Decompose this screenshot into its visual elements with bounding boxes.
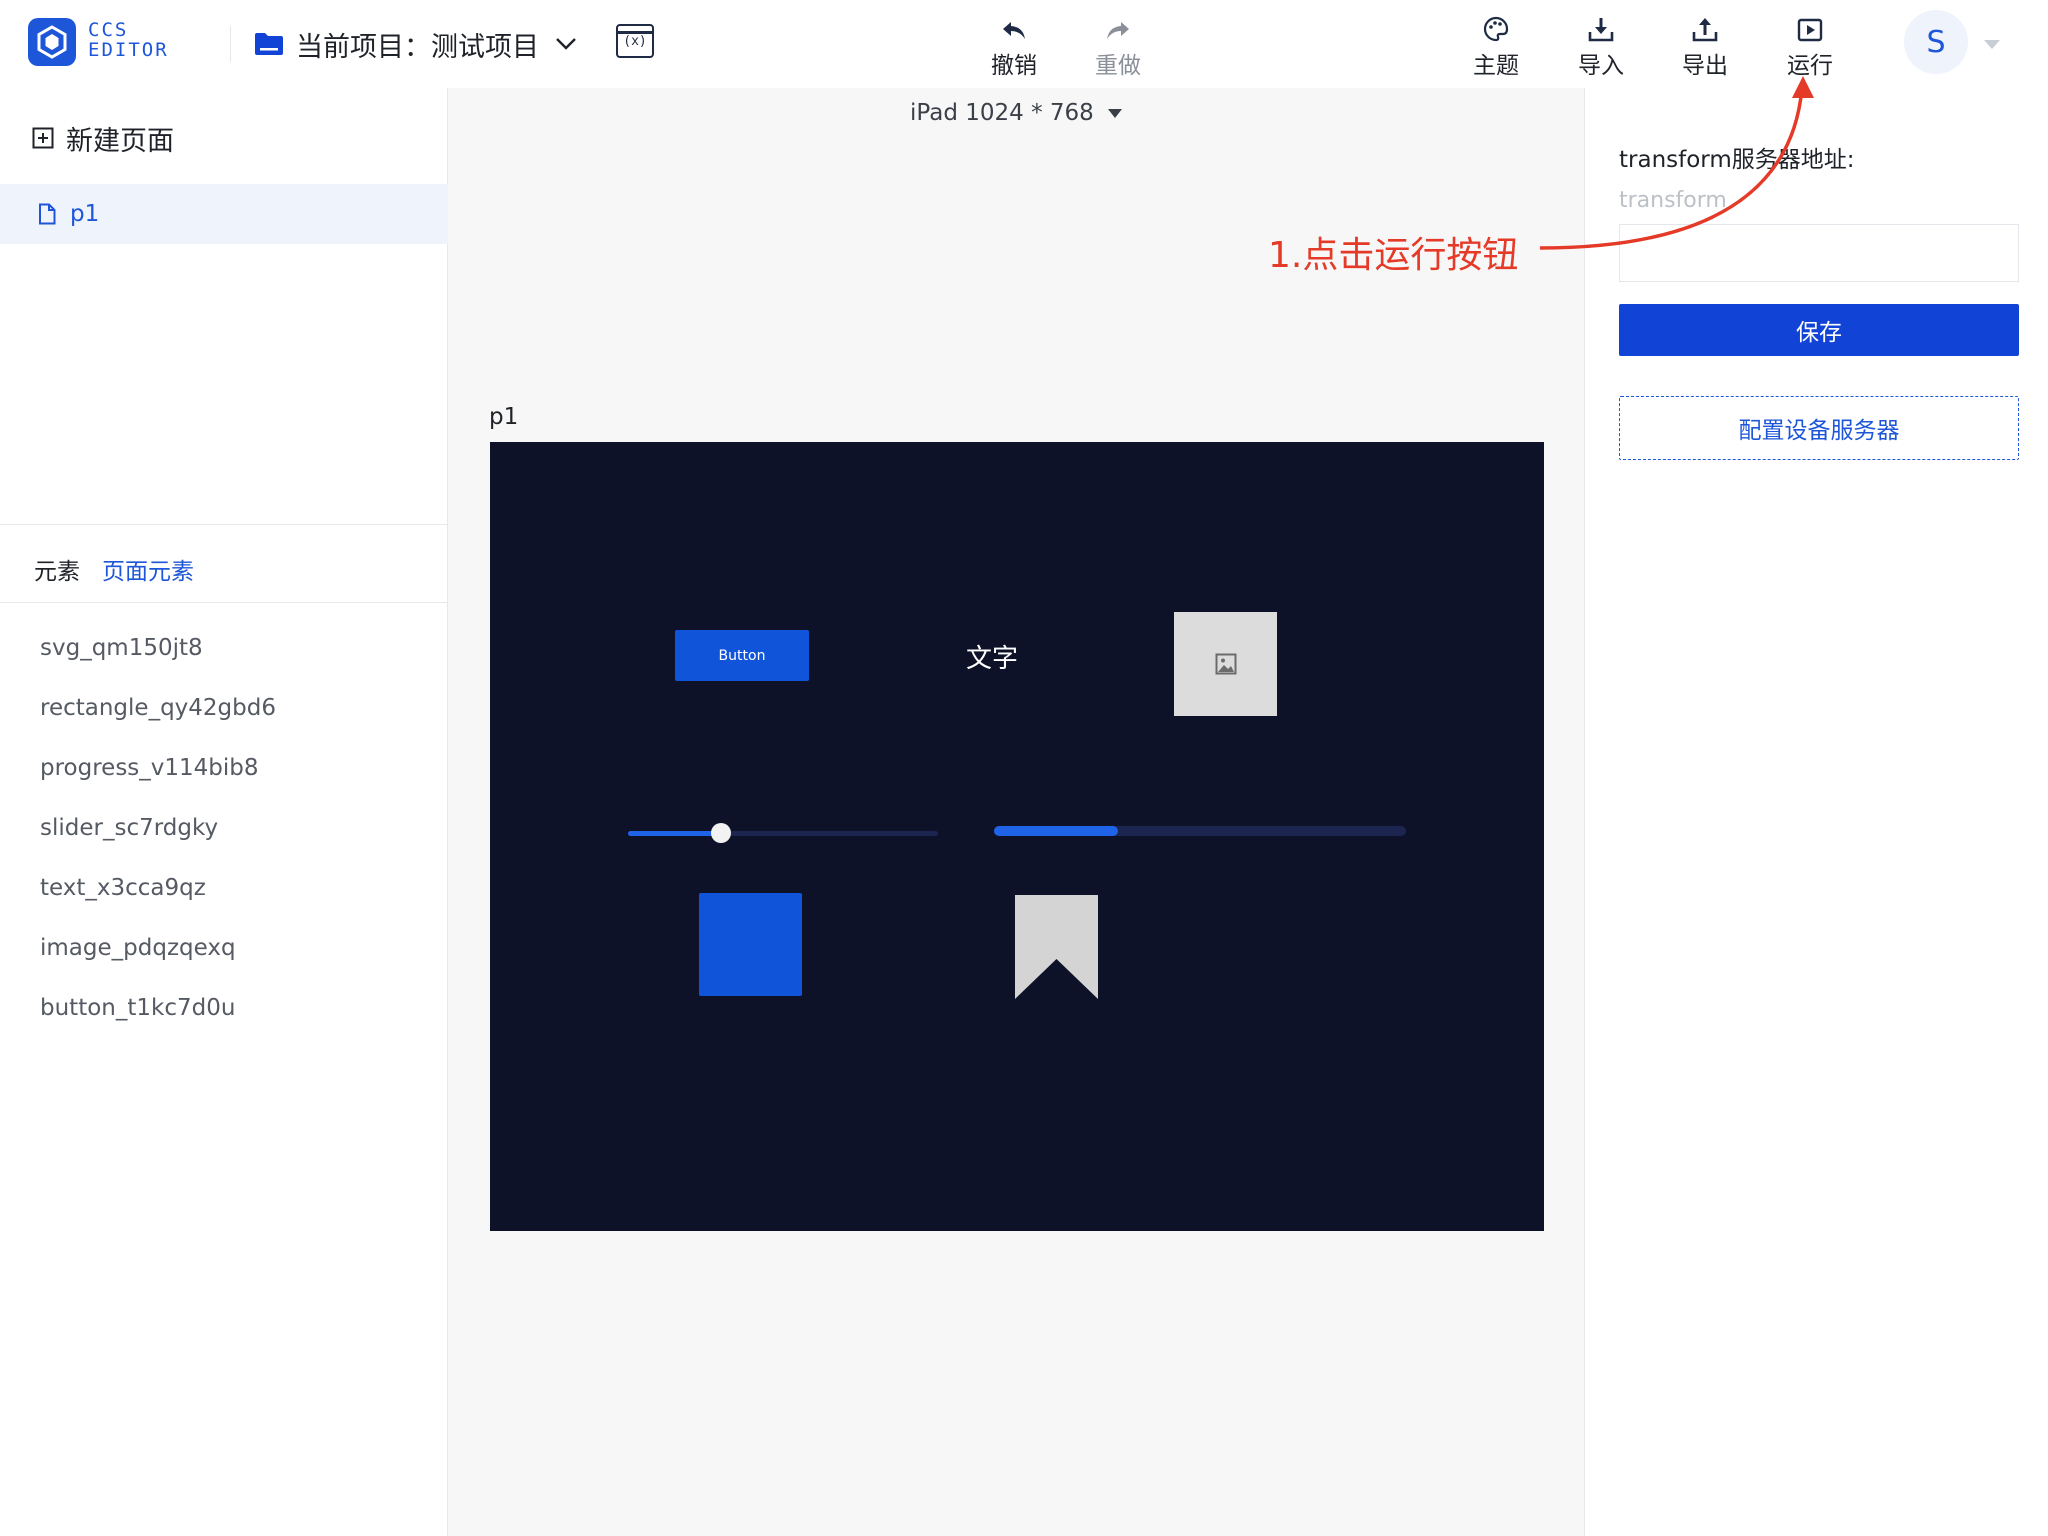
page-element-list: svg_qm150jt8 rectangle_qy42gbd6 progress… bbox=[40, 618, 276, 1038]
list-item[interactable]: slider_sc7rdgky bbox=[40, 798, 276, 858]
export-label: 导出 bbox=[1682, 53, 1728, 79]
stage-text-widget[interactable]: 文字 bbox=[966, 638, 1018, 675]
device-selector[interactable]: iPad 1024 * 768 bbox=[910, 100, 1122, 126]
import-button[interactable]: 导入 bbox=[1566, 12, 1636, 79]
project-selector[interactable]: 当前项目： 测试项目 bbox=[254, 22, 577, 66]
undo-icon bbox=[1003, 22, 1025, 39]
stage-rectangle-widget[interactable] bbox=[699, 893, 802, 996]
design-stage[interactable]: Button 文字 bbox=[490, 442, 1544, 1231]
tabs-divider bbox=[0, 602, 448, 603]
annotation-text: 1.点击运行按钮 bbox=[1268, 235, 1519, 276]
list-item[interactable]: image_pdqzqexq bbox=[40, 918, 276, 978]
user-menu-caret-icon[interactable] bbox=[1984, 40, 2000, 49]
project-name: 测试项目 bbox=[431, 31, 539, 63]
run-button[interactable]: 运行 bbox=[1775, 12, 1845, 79]
slider-fill bbox=[628, 831, 721, 836]
redo-label: 重做 bbox=[1095, 53, 1141, 79]
list-item[interactable]: rectangle_qy42gbd6 bbox=[40, 678, 276, 738]
play-icon bbox=[1797, 18, 1823, 42]
device-label: iPad 1024 * 768 bbox=[910, 100, 1094, 126]
stage-slider-widget[interactable] bbox=[628, 823, 938, 843]
list-item[interactable]: button_t1kc7d0u bbox=[40, 978, 276, 1038]
canvas-page-label: p1 bbox=[489, 404, 519, 430]
ccs-editor-logo bbox=[28, 18, 76, 66]
folder-icon bbox=[255, 33, 283, 55]
image-placeholder-icon bbox=[1215, 653, 1236, 675]
new-page-button[interactable]: 新建页面 bbox=[32, 118, 174, 158]
tab-page-elements[interactable]: 页面元素 bbox=[102, 552, 194, 586]
variables-icon: (x) bbox=[623, 34, 647, 49]
right-panel: transform服务器地址: transform 保存 配置设备服务器 bbox=[1584, 88, 2048, 1536]
logo-line-1: CCS bbox=[88, 19, 129, 41]
user-avatar[interactable]: S bbox=[1904, 10, 1968, 74]
logo-hexagon-icon bbox=[37, 25, 67, 59]
header-divider bbox=[230, 26, 231, 62]
logo-line-2: EDITOR bbox=[88, 39, 169, 61]
list-item[interactable]: progress_v114bib8 bbox=[40, 738, 276, 798]
stage-button-widget[interactable]: Button bbox=[675, 630, 809, 681]
new-page-label: 新建页面 bbox=[66, 125, 174, 157]
list-item[interactable]: svg_qm150jt8 bbox=[40, 618, 276, 678]
palette-icon bbox=[1483, 16, 1509, 42]
variables-button[interactable]: (x) bbox=[616, 24, 654, 58]
redo-button[interactable]: 重做 bbox=[1083, 12, 1153, 79]
page-file-icon bbox=[39, 203, 56, 225]
undo-button[interactable]: 撤销 bbox=[979, 12, 1049, 79]
caret-down-icon bbox=[1107, 108, 1122, 118]
redo-icon bbox=[1107, 22, 1129, 39]
top-bar: CCS EDITOR 当前项目： 测试项目 (x) 撤销 重做 主题 导入 导出… bbox=[0, 0, 2048, 88]
logo-wordmark: CCS EDITOR bbox=[88, 20, 169, 60]
add-page-icon bbox=[32, 127, 54, 149]
stage-svg-widget[interactable] bbox=[1015, 895, 1098, 999]
chevron-down-icon bbox=[556, 38, 576, 50]
theme-button[interactable]: 主题 bbox=[1461, 12, 1531, 79]
page-item-p1[interactable]: p1 bbox=[0, 184, 448, 244]
undo-label: 撤销 bbox=[991, 53, 1037, 79]
slider-thumb[interactable] bbox=[711, 823, 731, 843]
transform-server-title: transform服务器地址: bbox=[1619, 147, 1855, 173]
stage-progress-widget[interactable] bbox=[994, 826, 1406, 836]
page-item-label: p1 bbox=[70, 201, 100, 227]
run-label: 运行 bbox=[1787, 53, 1833, 79]
configure-device-server-button[interactable]: 配置设备服务器 bbox=[1619, 396, 2019, 460]
import-icon bbox=[1588, 18, 1614, 42]
element-tabs: 元素 页面元素 bbox=[34, 552, 194, 586]
transform-placeholder-label: transform bbox=[1619, 188, 1727, 213]
stage-image-widget[interactable] bbox=[1174, 612, 1277, 716]
save-button[interactable]: 保存 bbox=[1619, 304, 2019, 356]
theme-label: 主题 bbox=[1473, 53, 1519, 79]
project-label: 当前项目： bbox=[296, 31, 431, 63]
left-panel: 新建页面 p1 元素 页面元素 svg_qm150jt8 rectangle_q… bbox=[0, 88, 448, 1536]
export-button[interactable]: 导出 bbox=[1670, 12, 1740, 79]
import-label: 导入 bbox=[1578, 53, 1624, 79]
list-item[interactable]: text_x3cca9qz bbox=[40, 858, 276, 918]
transform-server-input[interactable] bbox=[1619, 224, 2019, 282]
left-panel-divider bbox=[0, 524, 448, 525]
progress-fill bbox=[994, 826, 1118, 836]
tab-elements[interactable]: 元素 bbox=[34, 552, 80, 586]
export-icon bbox=[1692, 18, 1718, 42]
